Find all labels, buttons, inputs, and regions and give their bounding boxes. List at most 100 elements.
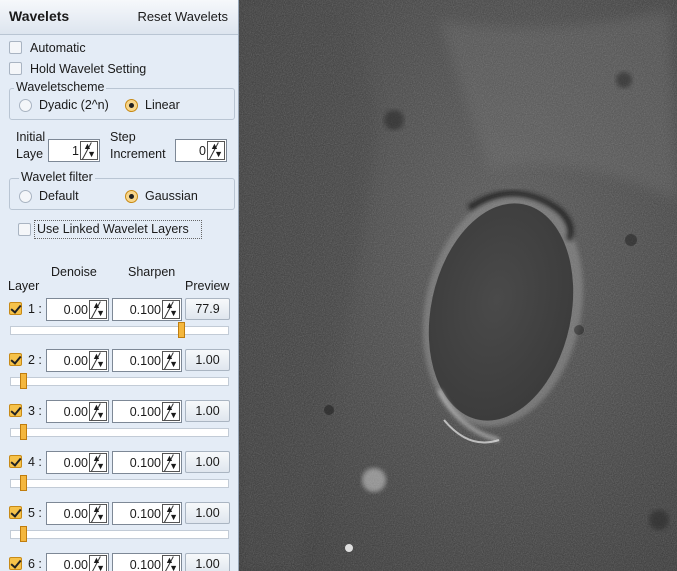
layer-4-label: 4 :: [28, 455, 42, 469]
updown-arrows-icon[interactable]: ▲ ▼: [89, 402, 107, 421]
layer-header: Layer: [8, 279, 40, 293]
layer-2-sharpen-stepper[interactable]: 0.100 ▲ ▼: [112, 349, 182, 372]
moon-preview-image: [239, 0, 677, 571]
layer-4-slider-thumb[interactable]: [20, 475, 27, 491]
layer-4-sharpen-stepper[interactable]: 0.100 ▲ ▼: [112, 451, 182, 474]
layer-2-slider-thumb[interactable]: [20, 373, 27, 389]
initial-layer-label-line1: Initial: [16, 130, 46, 144]
layer-5-denoise-stepper[interactable]: 0.00 ▲ ▼: [46, 502, 109, 525]
layer-2-slider-track[interactable]: [10, 377, 229, 386]
layer-4-preview-button[interactable]: 1.00: [185, 451, 230, 473]
layer-4-checkbox[interactable]: [9, 455, 22, 468]
layer-5-sharpen-value: 0.100: [129, 507, 161, 521]
hold-wavelet-checkbox[interactable]: [9, 62, 22, 75]
updown-arrows-icon[interactable]: ▲ ▼: [162, 402, 180, 421]
layer-3-denoise-stepper[interactable]: 0.00 ▲ ▼: [46, 400, 109, 423]
layer-4-denoise-value: 0.00: [63, 456, 88, 470]
layer-4-slider-track[interactable]: [10, 479, 229, 488]
wavelets-panel: Wavelets Reset Wavelets Automatic Hold W…: [0, 0, 239, 571]
layer-1-label: 1 :: [28, 302, 42, 316]
layer-5-checkbox[interactable]: [9, 506, 22, 519]
linked-layers-focus: Use Linked Wavelet Layers: [34, 220, 202, 239]
layer-5-label: 5 :: [28, 506, 42, 520]
automatic-checkbox[interactable]: [9, 41, 22, 54]
layer-4-sharpen-value: 0.100: [129, 456, 161, 470]
panel-title: Wavelets: [9, 8, 70, 24]
layer-3-sharpen-stepper[interactable]: 0.100 ▲ ▼: [112, 400, 182, 423]
updown-arrows-icon[interactable]: ▲ ▼: [80, 141, 98, 160]
layer-3-slider-thumb[interactable]: [20, 424, 27, 440]
gaussian-filter-radio[interactable]: [125, 190, 138, 203]
layer-3-label: 3 :: [28, 404, 42, 418]
layer-6-sharpen-stepper[interactable]: 0.100 ▲ ▼: [112, 553, 182, 571]
layer-3-checkbox[interactable]: [9, 404, 22, 417]
layer-5-slider-track[interactable]: [10, 530, 229, 539]
layer-5-slider-thumb[interactable]: [20, 526, 27, 542]
updown-arrows-icon[interactable]: ▲ ▼: [89, 351, 107, 370]
step-increment-value: 0: [199, 144, 206, 158]
hold-wavelet-label: Hold Wavelet Setting: [30, 62, 147, 76]
layer-2-checkbox[interactable]: [9, 353, 22, 366]
default-filter-radio[interactable]: [19, 190, 32, 203]
layer-3-slider-track[interactable]: [10, 428, 229, 437]
updown-arrows-icon[interactable]: ▲ ▼: [162, 555, 180, 571]
initial-layer-value: 1: [72, 144, 79, 158]
step-increment-stepper[interactable]: 0 ▲ ▼: [175, 139, 227, 162]
layer-1-slider-thumb[interactable]: [178, 322, 185, 338]
waveletscheme-legend: Waveletscheme: [14, 80, 107, 94]
updown-arrows-icon[interactable]: ▲ ▼: [162, 300, 180, 319]
updown-arrows-icon[interactable]: ▲ ▼: [89, 453, 107, 472]
layer-2-denoise-value: 0.00: [63, 354, 88, 368]
automatic-label: Automatic: [30, 41, 86, 55]
wavelet-filter-group: Wavelet filter Default Gaussian: [9, 170, 235, 210]
linear-radio[interactable]: [125, 99, 138, 112]
layer-6-label: 6 :: [28, 557, 42, 571]
layer-1-slider-track[interactable]: [10, 326, 229, 335]
layer-5-preview-button[interactable]: 1.00: [185, 502, 230, 524]
layer-3-preview-button[interactable]: 1.00: [185, 400, 230, 422]
layer-3-sharpen-value: 0.100: [129, 405, 161, 419]
layer-3-denoise-value: 0.00: [63, 405, 88, 419]
linked-layers-label: Use Linked Wavelet Layers: [37, 222, 189, 236]
updown-arrows-icon[interactable]: ▲ ▼: [162, 453, 180, 472]
layer-6-checkbox[interactable]: [9, 557, 22, 570]
layer-6-denoise-value: 0.00: [63, 558, 88, 571]
layer-6-preview-button[interactable]: 1.00: [185, 553, 230, 571]
layer-2-preview-button[interactable]: 1.00: [185, 349, 230, 371]
layer-6-sharpen-value: 0.100: [129, 558, 161, 571]
gaussian-filter-label: Gaussian: [145, 189, 198, 203]
layer-1-sharpen-stepper[interactable]: 0.100 ▲ ▼: [112, 298, 182, 321]
initial-layer-stepper[interactable]: 1 ▲ ▼: [48, 139, 100, 162]
dyadic-radio[interactable]: [19, 99, 32, 112]
layer-5-denoise-value: 0.00: [63, 507, 88, 521]
updown-arrows-icon[interactable]: ▲ ▼: [89, 300, 107, 319]
layer-5-sharpen-stepper[interactable]: 0.100 ▲ ▼: [112, 502, 182, 525]
layer-1-preview-button[interactable]: 77.9: [185, 298, 230, 320]
waveletscheme-group: Waveletscheme Dyadic (2^n) Linear: [9, 80, 235, 120]
dyadic-label: Dyadic (2^n): [39, 98, 109, 112]
preview-header: Preview: [185, 279, 230, 293]
wavelet-filter-legend: Wavelet filter: [19, 170, 95, 184]
initial-layer-label-line2: Laye: [16, 147, 44, 161]
updown-arrows-icon[interactable]: ▲ ▼: [162, 504, 180, 523]
updown-arrows-icon[interactable]: ▲ ▼: [162, 351, 180, 370]
linear-label: Linear: [145, 98, 180, 112]
layer-6-denoise-stepper[interactable]: 0.00 ▲ ▼: [46, 553, 109, 571]
layer-4-denoise-stepper[interactable]: 0.00 ▲ ▼: [46, 451, 109, 474]
moon-surface-image: [239, 0, 677, 571]
linked-layers-checkbox[interactable]: [18, 223, 31, 236]
layer-2-denoise-stepper[interactable]: 0.00 ▲ ▼: [46, 349, 109, 372]
reset-wavelets-button[interactable]: Reset Wavelets: [137, 9, 228, 24]
layer-2-sharpen-value: 0.100: [129, 354, 161, 368]
layer-1-denoise-stepper[interactable]: 0.00 ▲ ▼: [46, 298, 109, 321]
updown-arrows-icon[interactable]: ▲ ▼: [207, 141, 225, 160]
denoise-header: Denoise: [51, 265, 97, 279]
sharpen-header: Sharpen: [128, 265, 176, 279]
layer-1-sharpen-value: 0.100: [129, 303, 161, 317]
layer-1-checkbox[interactable]: [9, 302, 22, 315]
panel-titlebar: Wavelets Reset Wavelets: [0, 0, 238, 35]
updown-arrows-icon[interactable]: ▲ ▼: [89, 555, 107, 571]
updown-arrows-icon[interactable]: ▲ ▼: [89, 504, 107, 523]
layer-2-label: 2 :: [28, 353, 42, 367]
layer-1-denoise-value: 0.00: [63, 303, 88, 317]
